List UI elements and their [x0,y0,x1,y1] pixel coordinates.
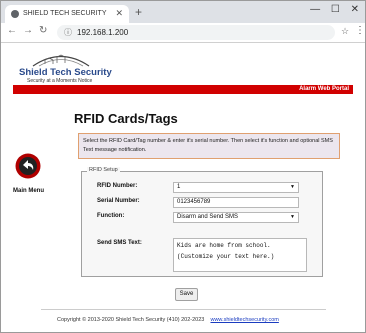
header-bar: Alarm Web Portal [13,85,353,94]
browser-window: SHIELD TECH SECURITY ✕ + — ☐ ✕ ← → ↻ ⓘ 1… [0,0,366,333]
portal-label: Alarm Web Portal [299,86,349,92]
minimize-icon[interactable]: — [310,4,320,15]
sms-line-1: Kids are home from school. [177,242,271,249]
footer-divider [41,309,326,310]
dropdown-arrow-icon: ▼ [290,184,295,190]
sms-text-label: Send SMS Text: [97,240,142,246]
tab-strip: SHIELD TECH SECURITY ✕ + — ☐ ✕ [1,1,365,23]
browser-menu-icon[interactable]: ⋮ [355,25,365,36]
function-select[interactable]: Disarm and Send SMS ▼ [173,212,299,223]
sms-line-2: (Customize your text here.) [177,253,275,260]
main-menu-back-icon[interactable] [15,153,41,179]
logo-tagline: Security at a Moments Notice [27,78,93,84]
address-bar[interactable]: ⓘ 192.168.1.200 [57,25,335,40]
logo-name: Shield Tech Security [19,67,112,78]
footer-copyright: Copyright © 2013-2020 Shield Tech Securi… [57,317,205,323]
reload-icon[interactable]: ↻ [39,25,47,36]
new-tab-icon[interactable]: + [135,5,142,19]
logo-arc-icon [32,54,90,67]
save-button[interactable]: Save [175,288,198,301]
serial-number-value: 0123456789 [177,199,211,205]
maximize-icon[interactable]: ☐ [331,4,340,15]
footer: Copyright © 2013-2020 Shield Tech Securi… [57,317,279,323]
instructions-box: Select the RFID Card/Tag number & enter … [78,133,340,159]
rfid-number-value: 1 [177,184,181,190]
url-text: 192.168.1.200 [77,28,129,37]
page-title: RFID Cards/Tags [74,111,178,126]
footer-website-link[interactable]: www.shieldtechsecurity.com [210,317,278,323]
dropdown-arrow-icon: ▼ [290,214,295,220]
rfid-number-select[interactable]: 1 ▼ [173,182,299,193]
function-label: Function: [97,213,125,219]
main-menu-link[interactable]: Main Menu [13,188,44,194]
window-controls: — ☐ ✕ [302,4,359,15]
serial-number-label: Serial Number: [97,198,140,204]
back-icon[interactable]: ← [7,25,17,36]
info-icon[interactable]: ⓘ [64,27,72,38]
globe-icon [11,10,19,18]
browser-tab[interactable]: SHIELD TECH SECURITY ✕ [5,5,129,23]
rfid-number-label: RFID Number: [97,183,138,189]
function-value: Disarm and Send SMS [177,214,239,220]
forward-icon[interactable]: → [23,25,33,36]
close-window-icon[interactable]: ✕ [351,4,359,15]
fieldset-legend: RFID Setup [87,167,120,173]
serial-number-input[interactable]: 0123456789 [173,197,299,208]
tab-title: SHIELD TECH SECURITY [23,10,107,17]
browser-toolbar: ← → ↻ ⓘ 192.168.1.200 ☆ ⋮ [1,23,365,43]
bookmark-star-icon[interactable]: ☆ [341,26,349,37]
sms-text-area[interactable]: Kids are home from school. (Customize yo… [173,238,307,272]
close-tab-icon[interactable]: ✕ [115,8,123,19]
